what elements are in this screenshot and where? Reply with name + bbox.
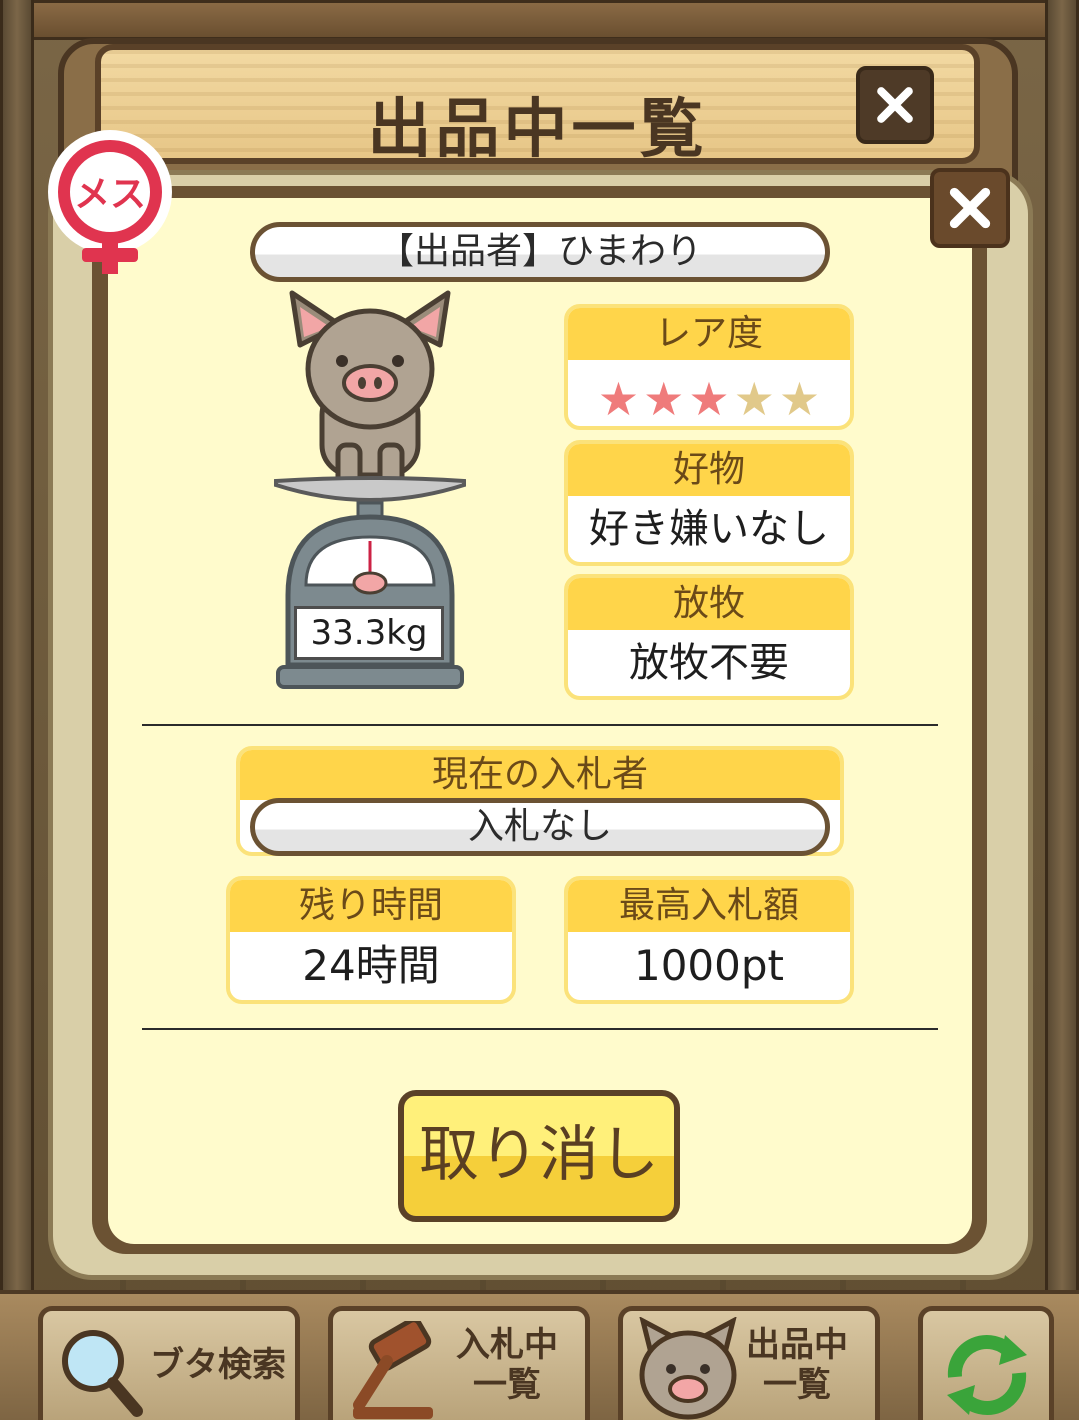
divider xyxy=(142,724,938,726)
star-icon: ★ xyxy=(643,372,685,426)
remaining-time-label: 残り時間 xyxy=(230,880,512,932)
gender-label: メス xyxy=(74,174,146,215)
weight-display: 33.3kg xyxy=(294,606,444,660)
max-bid-card: 最高入札額 1000pt xyxy=(564,876,854,1004)
star-icon: ★ xyxy=(688,372,730,426)
favorite-food-label: 好物 xyxy=(568,444,850,496)
nav-search-label: ブタ検索 xyxy=(150,1345,286,1385)
refresh-icon xyxy=(947,1335,1027,1415)
nav-refresh-button[interactable] xyxy=(918,1306,1054,1420)
barn-beam xyxy=(0,0,1079,40)
close-icon xyxy=(949,187,991,229)
page-title: 出品中一覧 xyxy=(367,93,708,167)
cancel-listing-button[interactable]: 取り消し xyxy=(398,1090,680,1222)
star-icon: ★ xyxy=(597,372,640,426)
star-icon: ★ xyxy=(778,372,821,426)
current-bidder-value: 入札なし xyxy=(250,798,830,856)
magnifier-icon xyxy=(62,1330,143,1417)
barn-post xyxy=(0,0,34,1300)
grazing-card: 放牧 放牧不要 xyxy=(564,574,854,700)
nav-bidding-list-button[interactable]: 入札中 一覧 xyxy=(328,1306,590,1420)
rarity-label: レア度 xyxy=(568,308,850,360)
max-bid-value: 1000pt xyxy=(633,941,784,990)
max-bid-label: 最高入札額 xyxy=(568,880,850,932)
remaining-time-value: 24時間 xyxy=(302,941,440,990)
rarity-stars: ★ ★ ★ ★ ★ xyxy=(568,360,850,424)
nav-listing-list-button[interactable]: 出品中 一覧 xyxy=(618,1306,880,1420)
female-symbol-icon: メス xyxy=(48,130,172,274)
grazing-value: 放牧不要 xyxy=(629,640,789,686)
title-plank: 出品中一覧 xyxy=(95,44,980,167)
grazing-label: 放牧 xyxy=(568,578,850,630)
close-board-button[interactable] xyxy=(856,66,934,144)
seller-name: 【出品者】ひまわり xyxy=(250,222,830,282)
female-badge: メス xyxy=(44,130,176,280)
nav-pig-search-button[interactable]: ブタ検索 xyxy=(38,1306,300,1420)
rarity-card: レア度 ★ ★ ★ ★ ★ xyxy=(564,304,854,430)
remaining-time-card: 残り時間 24時間 xyxy=(226,876,516,1004)
favorite-food-value: 好き嫌いなし xyxy=(589,506,829,552)
current-bidder-label: 現在の入札者 xyxy=(240,750,840,800)
barn-post xyxy=(1045,0,1079,1300)
close-modal-button[interactable] xyxy=(930,168,1010,248)
nav-listing-label: 出品中 一覧 xyxy=(746,1325,848,1405)
nav-bidding-label: 入札中 一覧 xyxy=(456,1325,558,1405)
star-icon: ★ xyxy=(733,372,775,426)
divider xyxy=(142,1028,938,1030)
favorite-food-card: 好物 好き嫌いなし xyxy=(564,440,854,566)
close-icon xyxy=(877,87,913,123)
